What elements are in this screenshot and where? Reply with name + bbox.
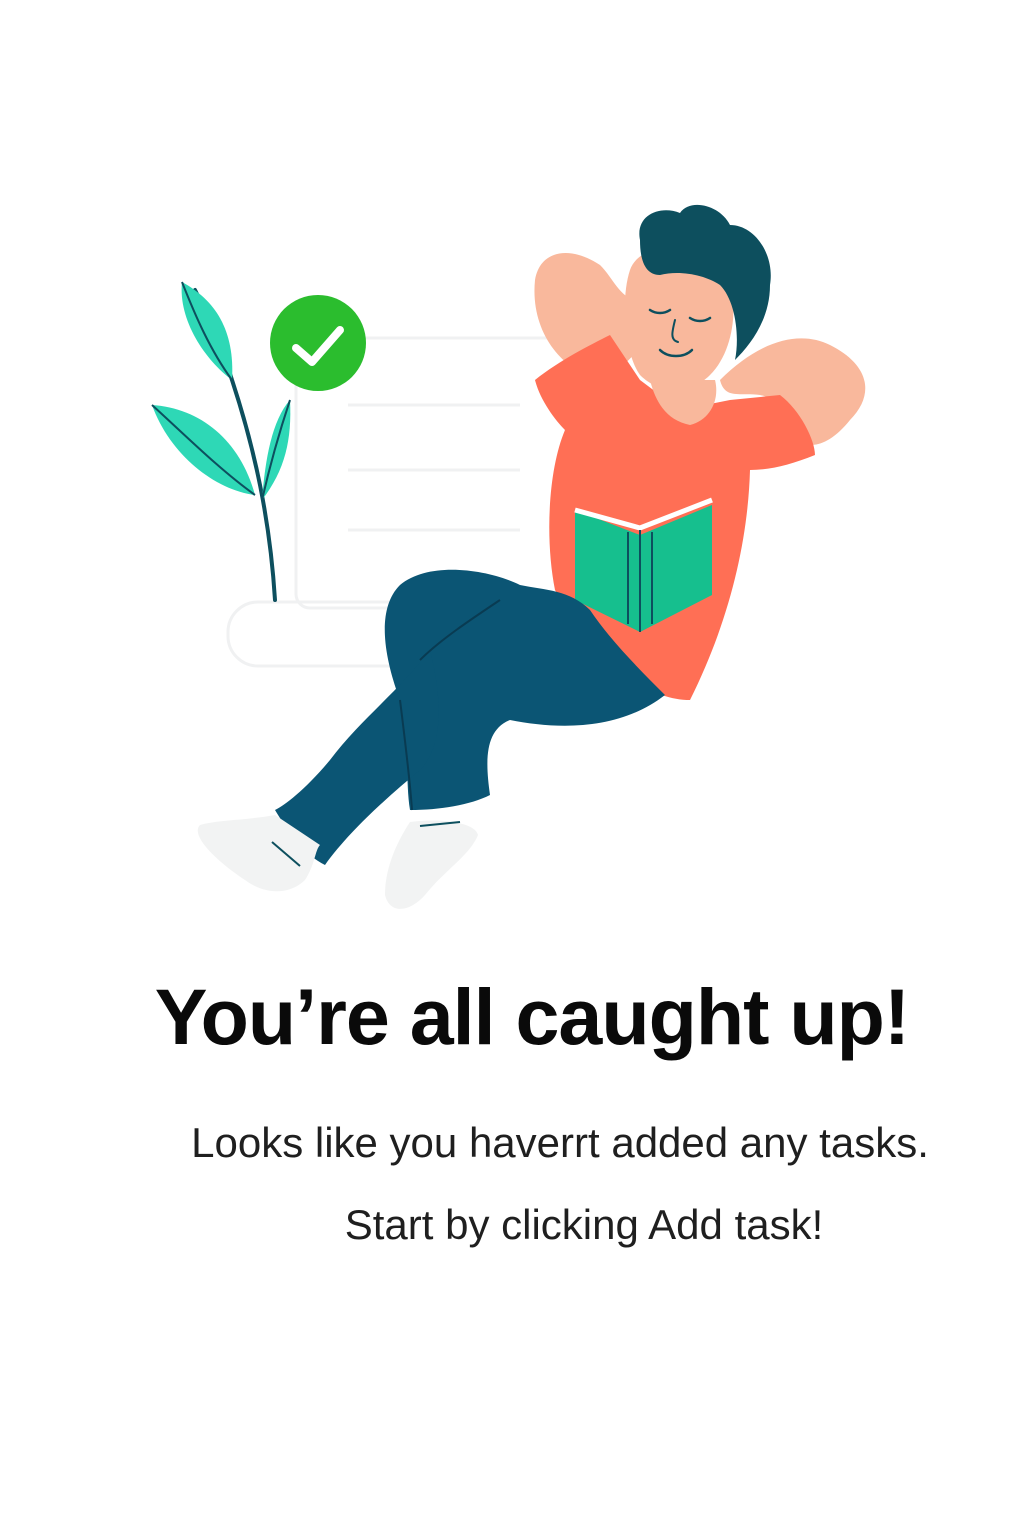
empty-state-message-line-1: Looks like you haverrt added any tasks. [191,1119,929,1166]
empty-state-illustration [151,204,866,909]
plant-icon [151,281,291,602]
empty-state-message-line-2: Start by clicking Add task! [344,1201,824,1248]
check-circle-icon [270,295,366,391]
empty-state-title: You’re all caught up! [154,972,910,1061]
